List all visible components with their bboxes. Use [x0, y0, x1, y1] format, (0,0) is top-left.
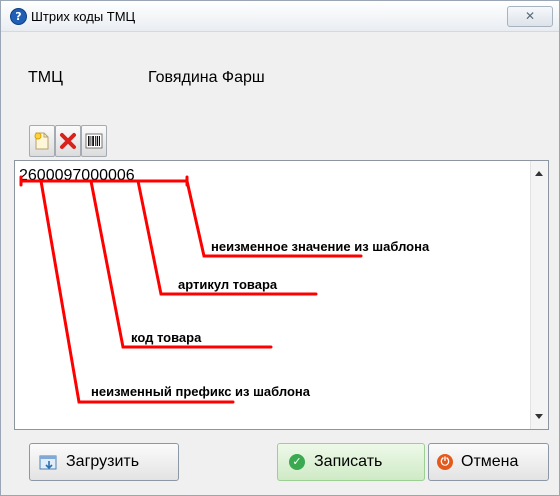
load-label: Загрузить	[66, 453, 140, 470]
bracket-line	[19, 175, 189, 187]
load-button[interactable]: Загрузить	[29, 443, 179, 481]
annotation-article: артикул товара	[178, 277, 278, 292]
save-label: Записать	[314, 453, 383, 470]
cancel-button[interactable]: ⏻ Отмена	[428, 443, 549, 481]
annotation-constant: неизменное значение из шаблона	[211, 239, 430, 254]
load-icon	[39, 455, 57, 470]
annotation-code: код товара	[131, 330, 202, 345]
save-button[interactable]: ✓ Записать	[277, 443, 425, 481]
annotation-prefix: неизменный префикс из шаблона	[91, 384, 310, 399]
check-icon: ✓	[289, 454, 305, 470]
barcodes-dialog: ? Штрих коды ТМЦ ✕ ТМЦ Говядина Фарш 260…	[0, 0, 560, 496]
cancel-icon: ⏻	[437, 454, 453, 470]
cancel-label: Отмена	[461, 453, 519, 470]
code-leader-line	[89, 179, 273, 349]
